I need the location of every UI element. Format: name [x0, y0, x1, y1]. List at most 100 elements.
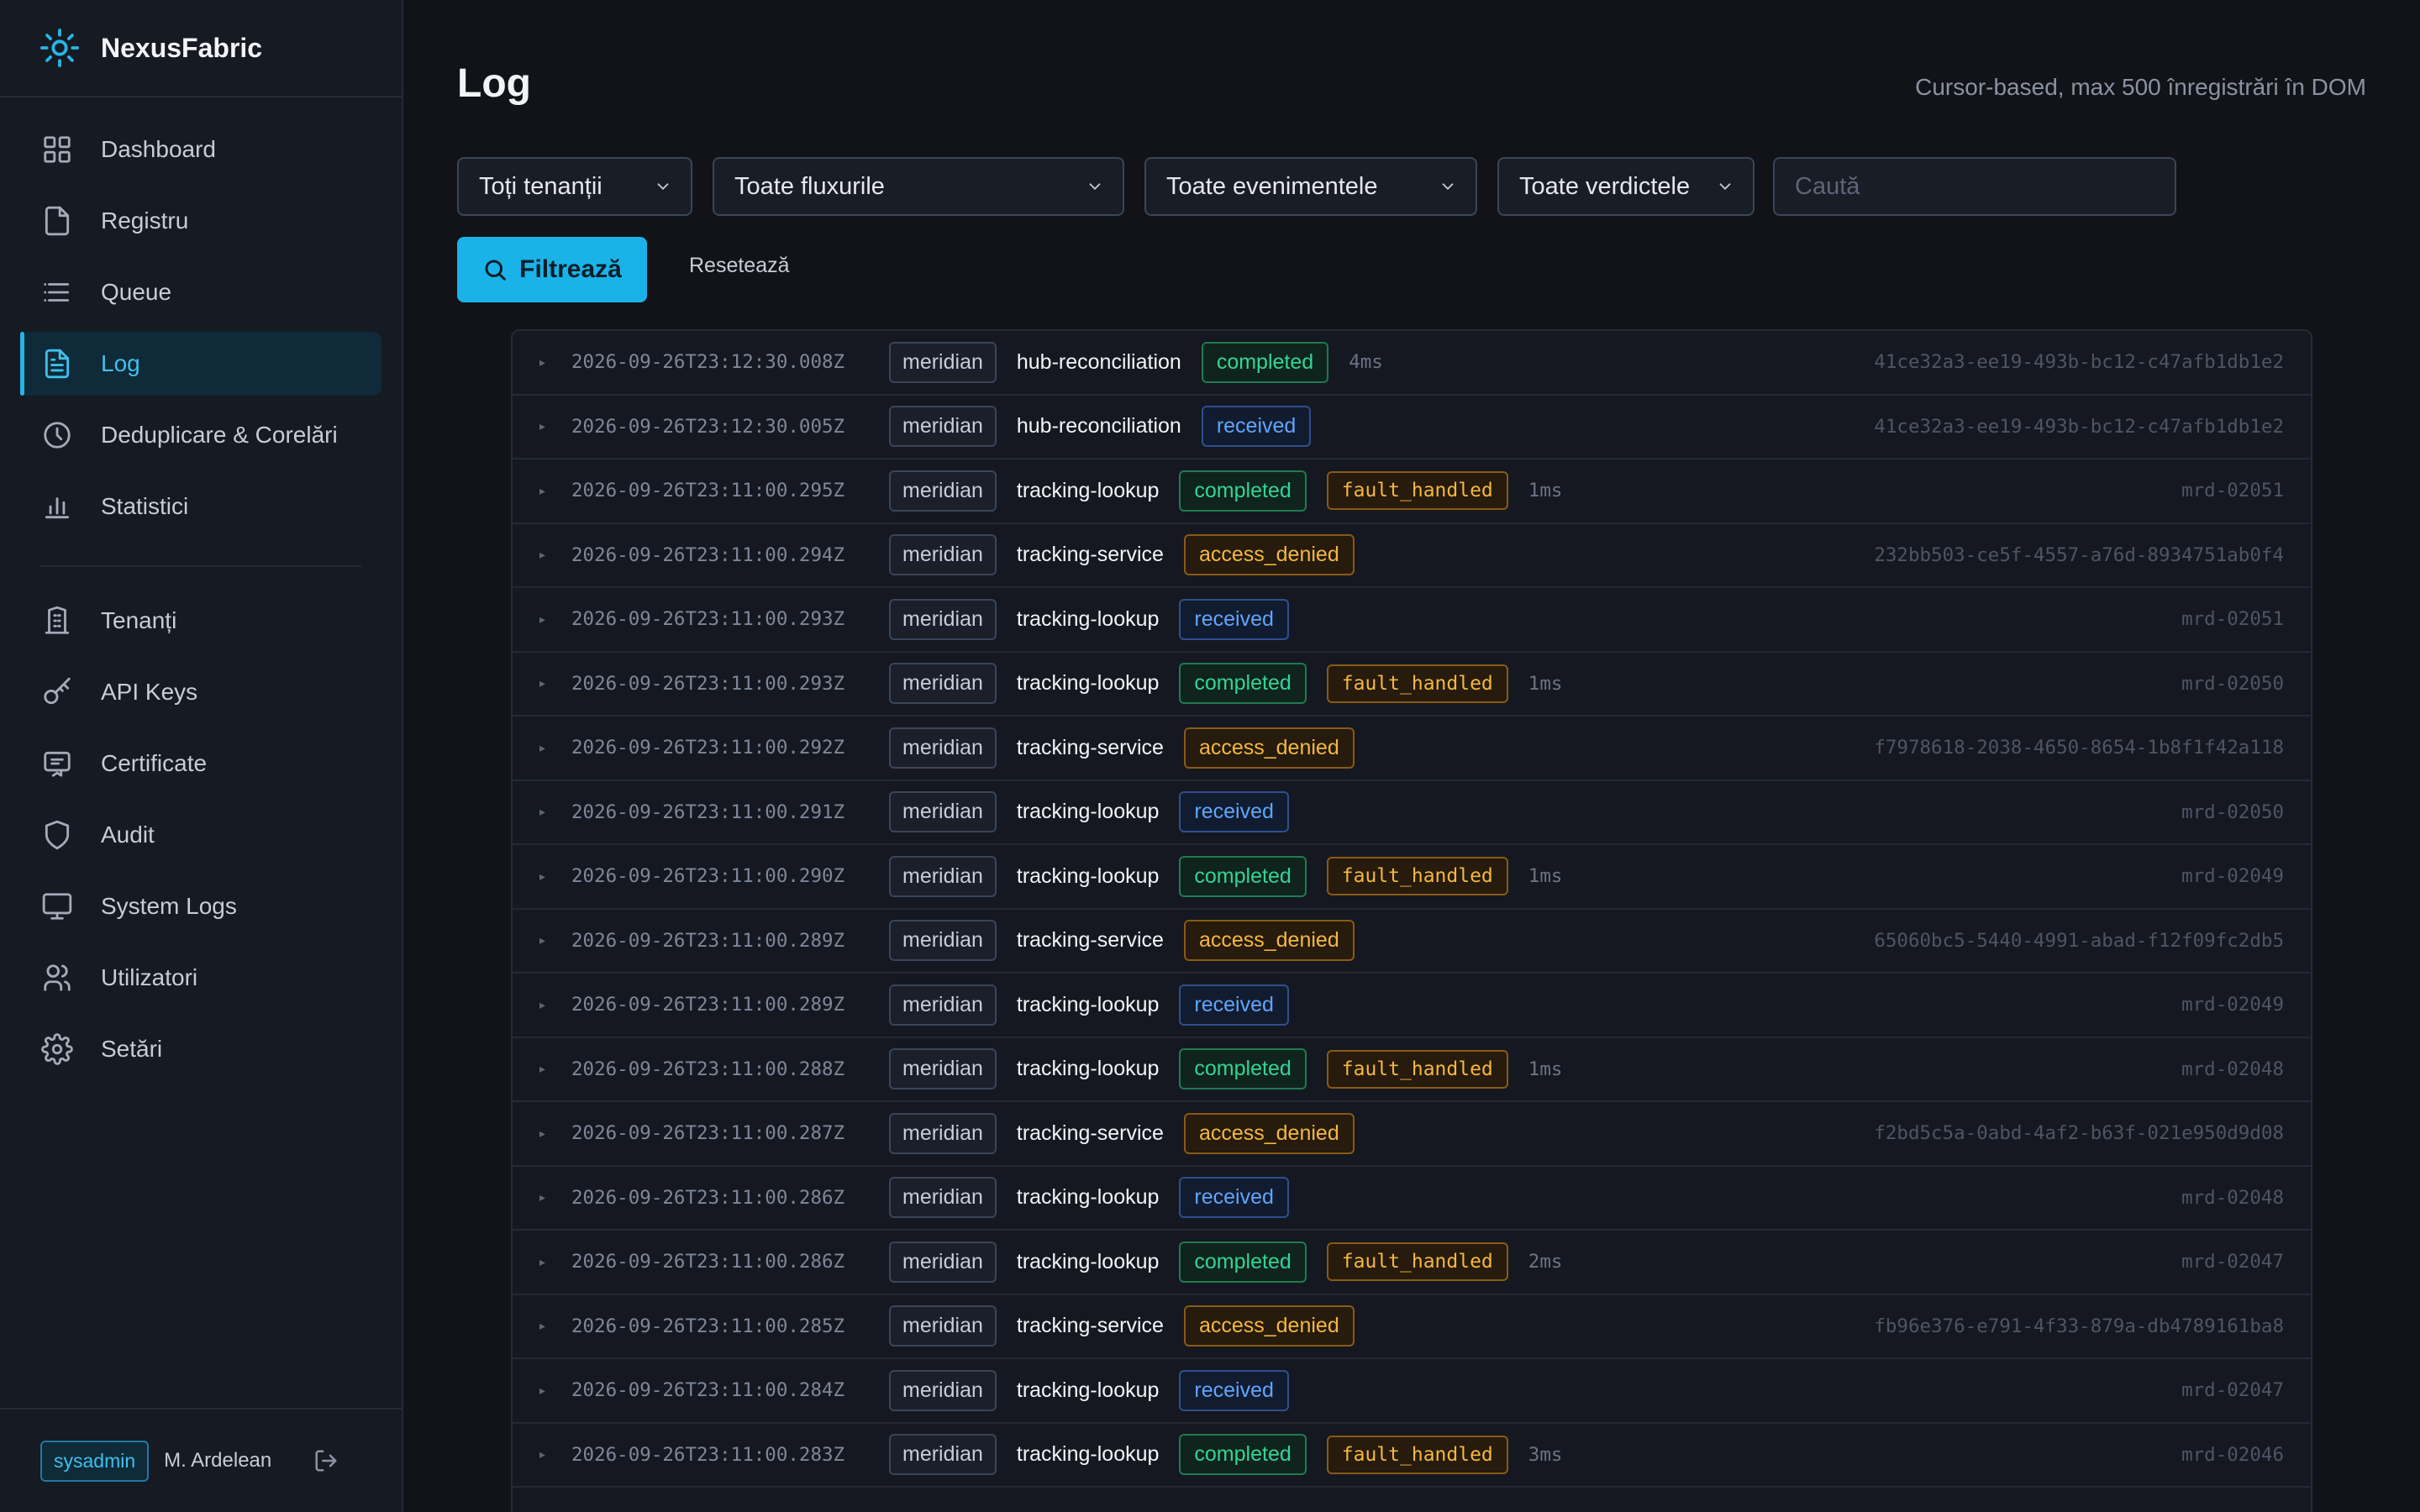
log-row[interactable]: ▸ 2026-09-26T23:11:00.295Z meridian trackin…: [513, 459, 2311, 524]
status-badge: access_denied: [1183, 1305, 1355, 1347]
log-row[interactable]: ▸ 2026-09-26T23:11:00.285Z meridian trackin…: [513, 1295, 2311, 1359]
log-row[interactable]: ▸ 2026-09-26T23:11:00.294Z meridian trackin…: [513, 524, 2311, 588]
sidebar-item-deduplicare-corelari[interactable]: Deduplicare & Corelări: [20, 403, 381, 467]
expand-triangle-icon[interactable]: ▸: [539, 1126, 551, 1141]
sidebar-item-setari[interactable]: Setări: [20, 1017, 381, 1081]
sidebar-item-statistici[interactable]: Statistici: [20, 475, 381, 538]
monitor-icon: [40, 890, 74, 923]
log-table: ▸ 2026-09-26T23:12:30.008Z meridian hub-rec…: [511, 329, 2312, 1512]
log-row[interactable]: ▸ 2026-09-26T23:11:00.286Z meridian trackin…: [513, 1167, 2311, 1231]
sidebar-item-log[interactable]: Log: [20, 332, 381, 396]
log-row[interactable]: ▸ 2026-09-26T23:11:00.289Z meridian trackin…: [513, 974, 2311, 1038]
tenant-badge: meridian: [889, 598, 997, 640]
expand-triangle-icon[interactable]: ▸: [539, 1255, 551, 1269]
status-badge: access_denied: [1183, 727, 1355, 769]
grid-icon: [40, 133, 74, 166]
expand-triangle-icon[interactable]: ▸: [539, 484, 551, 498]
row-timestamp: 2026-09-26T23:11:00.286Z: [571, 1251, 845, 1273]
search-input[interactable]: [1773, 157, 2176, 216]
log-row[interactable]: ▸ 2026-09-26T23:12:30.005Z meridian hub-rec…: [513, 396, 2311, 459]
row-timestamp: 2026-09-26T23:11:00.289Z: [571, 929, 845, 952]
flow-name: tracking-lookup: [1016, 671, 1160, 696]
status-badge: received: [1179, 1177, 1289, 1219]
sidebar-item-label: Tenanți: [101, 607, 177, 633]
flow-name: tracking-lookup: [1016, 1249, 1160, 1273]
log-row[interactable]: ▸ 2026-09-26T23:11:00.291Z meridian trackin…: [513, 781, 2311, 845]
correlation-id: mrd-02048: [2181, 1058, 2284, 1080]
expand-triangle-icon[interactable]: ▸: [539, 1383, 551, 1398]
expand-triangle-icon[interactable]: ▸: [539, 1447, 551, 1462]
building-icon: [40, 604, 74, 638]
correlation-id: 232bb503-ce5f-4557-a76d-8934751ab0f4: [1874, 543, 2284, 566]
log-row[interactable]: ▸ 2026-09-26T23:11:00.286Z meridian trackin…: [513, 1231, 2311, 1295]
expand-triangle-icon[interactable]: ▸: [539, 998, 551, 1012]
list-icon: [40, 276, 74, 309]
reset-button[interactable]: Resetează: [689, 254, 790, 278]
fault-badge: fault_handled: [1326, 1049, 1508, 1089]
log-row[interactable]: ▸ 2026-09-26T23:12:30.008Z meridian hub-rec…: [513, 331, 2311, 396]
log-row[interactable]: ▸ 2026-09-26T23:11:00.290Z meridian trackin…: [513, 845, 2311, 910]
correlation-id: mrd-02049: [2181, 865, 2284, 888]
tenant-select[interactable]: Toți tenanții: [457, 157, 692, 216]
row-timestamp: 2026-09-26T23:11:00.290Z: [571, 865, 845, 888]
fault-badge: fault_handled: [1326, 664, 1508, 703]
status-badge: completed: [1179, 1434, 1307, 1476]
expand-triangle-icon[interactable]: ▸: [539, 355, 551, 370]
status-badge: received: [1179, 1369, 1289, 1411]
log-row[interactable]: ▸ 2026-09-26T23:11:00.287Z meridian trackin…: [513, 1102, 2311, 1167]
sidebar-item-api-keys[interactable]: API Keys: [20, 660, 381, 724]
sun-logo-icon: [40, 29, 79, 67]
expand-triangle-icon[interactable]: ▸: [539, 676, 551, 690]
expand-triangle-icon[interactable]: ▸: [539, 933, 551, 948]
status-badge: access_denied: [1183, 920, 1355, 962]
log-row[interactable]: ▸ 2026-09-26T23:11:00.292Z meridian trackin…: [513, 717, 2311, 781]
brand[interactable]: NexusFabric: [0, 0, 402, 97]
sidebar-item-audit[interactable]: Audit: [20, 803, 381, 867]
logout-icon[interactable]: [312, 1446, 340, 1475]
tenant-badge: meridian: [889, 984, 997, 1026]
log-row[interactable]: ▸ 2026-09-26T23:11:00.283Z meridian trackin…: [513, 1424, 2311, 1488]
tenant-badge: meridian: [889, 534, 997, 576]
flow-select[interactable]: Toate fluxurile: [713, 157, 1124, 216]
row-timestamp: 2026-09-26T23:11:00.291Z: [571, 801, 845, 823]
expand-triangle-icon[interactable]: ▸: [539, 1190, 551, 1205]
status-badge: completed: [1201, 341, 1329, 383]
tenant-select-value: Toți tenanții: [479, 172, 602, 200]
sidebar-item-label: Queue: [101, 279, 172, 305]
tenant-badge: meridian: [889, 406, 997, 448]
expand-triangle-icon[interactable]: ▸: [539, 869, 551, 884]
sidebar-item-tenanti[interactable]: Tenanți: [20, 589, 381, 653]
expand-triangle-icon[interactable]: ▸: [539, 805, 551, 819]
flow-name: tracking-lookup: [1016, 864, 1160, 888]
expand-triangle-icon[interactable]: ▸: [539, 548, 551, 562]
event-select[interactable]: Toate evenimentele: [1144, 157, 1477, 216]
sidebar-item-dashboard[interactable]: Dashboard: [20, 118, 381, 181]
expand-triangle-icon[interactable]: ▸: [539, 1319, 551, 1333]
clock-icon: [40, 418, 74, 452]
sidebar-item-system-logs[interactable]: System Logs: [20, 874, 381, 938]
status-badge: received: [1179, 791, 1289, 833]
expand-triangle-icon[interactable]: ▸: [539, 741, 551, 755]
expand-triangle-icon[interactable]: ▸: [539, 1062, 551, 1076]
sidebar-item-certificate[interactable]: Certificate: [20, 732, 381, 795]
verdict-select[interactable]: Toate verdictele: [1497, 157, 1754, 216]
admin-nav: Tenanți API Keys Certificate Audit System Lo…: [0, 589, 402, 1081]
filter-button[interactable]: Filtrează: [457, 237, 647, 302]
sidebar-item-registru[interactable]: Registru: [20, 189, 381, 253]
sidebar-item-queue[interactable]: Queue: [20, 260, 381, 324]
log-row[interactable]: ▸ 2026-09-26T23:11:00.293Z meridian trackin…: [513, 653, 2311, 717]
gear-icon: [40, 1032, 74, 1066]
users-icon: [40, 961, 74, 995]
flow-name: tracking-service: [1016, 1121, 1164, 1145]
expand-triangle-icon[interactable]: ▸: [539, 612, 551, 627]
row-timestamp: 2026-09-26T23:12:30.005Z: [571, 415, 845, 438]
flow-name: tracking-lookup: [1016, 1378, 1160, 1402]
log-row[interactable]: ▸ 2026-09-26T23:11:00.288Z meridian trackin…: [513, 1038, 2311, 1102]
expand-triangle-icon[interactable]: ▸: [539, 419, 551, 433]
user-name: M. Ardelean: [164, 1449, 272, 1472]
chevron-down-icon: [1719, 183, 1731, 191]
log-row[interactable]: ▸ 2026-09-26T23:11:00.289Z meridian trackin…: [513, 910, 2311, 974]
log-row[interactable]: ▸ 2026-09-26T23:11:00.284Z meridian trackin…: [513, 1359, 2311, 1424]
log-row[interactable]: ▸ 2026-09-26T23:11:00.293Z meridian trackin…: [513, 588, 2311, 653]
sidebar-item-utilizatori[interactable]: Utilizatori: [20, 946, 381, 1010]
